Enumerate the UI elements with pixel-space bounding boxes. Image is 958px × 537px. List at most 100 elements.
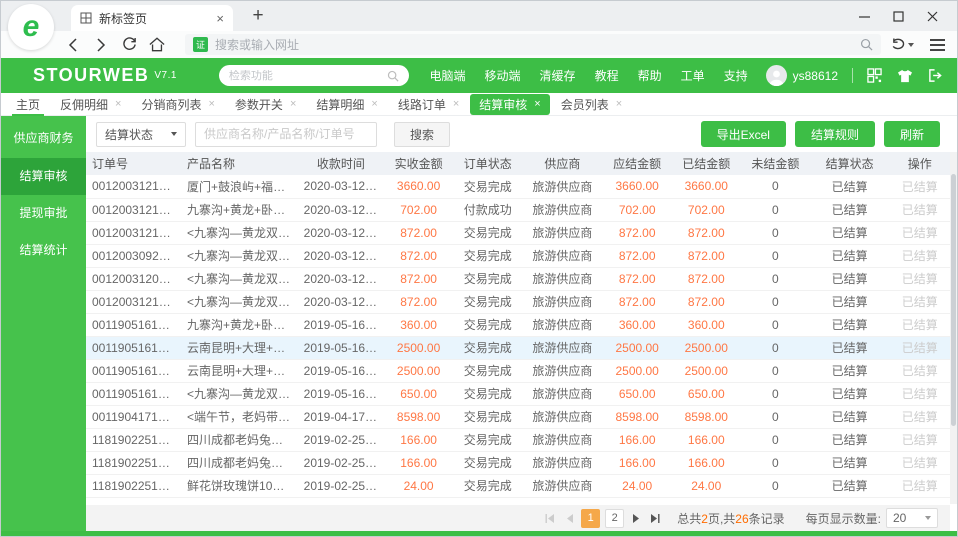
refresh-button[interactable]	[115, 33, 143, 57]
function-search-box[interactable]	[218, 65, 409, 86]
settled-action-link[interactable]: 已结算	[889, 405, 950, 429]
vertical-scrollbar[interactable]	[950, 152, 957, 504]
column-header[interactable]: 未结金额	[740, 152, 810, 175]
table-row[interactable]: 00120030923040... <九寨沟—黄龙双汽三日游>... 2020-…	[86, 244, 950, 268]
header-menu-item[interactable]: 教程	[595, 67, 619, 84]
browser-logo-icon[interactable]: e	[8, 4, 54, 50]
app-tab[interactable]: 结算审核 ×	[470, 93, 550, 115]
column-header[interactable]: 供应商	[522, 152, 603, 175]
settled-action-link[interactable]: 已结算	[889, 244, 950, 268]
tab-close-icon[interactable]: ×	[115, 98, 121, 110]
table-row[interactable]: 00120031210523... <九寨沟—黄龙双汽三日游>... 2020-…	[86, 290, 950, 314]
settled-action-link[interactable]: 已结算	[889, 221, 950, 245]
logout-icon[interactable]	[928, 68, 943, 83]
close-button[interactable]	[915, 1, 949, 31]
settled-action-link[interactable]: 已结算	[889, 359, 950, 383]
column-header[interactable]: 订单号	[86, 152, 182, 175]
app-tab[interactable]: 参数开关 ×	[226, 94, 305, 115]
search-icon[interactable]	[387, 70, 399, 82]
column-header[interactable]: 实收金额	[384, 152, 454, 175]
forward-button[interactable]	[87, 33, 115, 57]
settled-action-link[interactable]: 已结算	[889, 451, 950, 475]
tab-close-icon[interactable]: ×	[208, 98, 214, 110]
column-header[interactable]: 产品名称	[181, 152, 298, 175]
export-excel-button[interactable]: 导出Excel	[700, 121, 786, 147]
table-row[interactable]: 11819022517415... 鲜花饼玫瑰饼10枚礼盒装（... 2019-…	[86, 474, 950, 498]
browser-tab[interactable]: 新标签页 ×	[71, 5, 233, 31]
header-menu-item[interactable]: 帮助	[638, 67, 662, 84]
settled-action-link[interactable]: 已结算	[889, 428, 950, 452]
table-row[interactable]: 00119051616153... 九寨沟+黄龙+卧龙熊猫谷+都... 2019…	[86, 313, 950, 337]
header-menu-item[interactable]: 电脑端	[430, 67, 466, 84]
settled-action-link[interactable]: 已结算	[889, 313, 950, 337]
table-row[interactable]: 11819022518113... 四川成都老妈兔头麻辣兔腿自... 2019-…	[86, 428, 950, 452]
tab-close-icon[interactable]: ×	[371, 98, 377, 110]
recently-closed-button[interactable]	[891, 38, 914, 51]
home-button[interactable]	[143, 33, 171, 57]
tab-close-icon[interactable]: ×	[216, 11, 224, 26]
first-page-icon[interactable]	[543, 509, 557, 527]
page-number-button[interactable]: 1	[581, 508, 601, 528]
qr-code-icon[interactable]	[867, 68, 882, 83]
tab-close-icon[interactable]: ×	[616, 98, 622, 110]
sidebar-item[interactable]: 结算统计	[1, 232, 86, 269]
table-row[interactable]: 00119051615540... <九寨沟—黄龙双汽三日游>... 2019-…	[86, 382, 950, 406]
function-search-input[interactable]	[228, 69, 387, 82]
user-info[interactable]: ys88612	[765, 65, 838, 86]
header-menu-item[interactable]: 工单	[681, 67, 705, 84]
sidebar-item[interactable]: 结算审核	[1, 158, 86, 195]
address-bar[interactable]: 证	[185, 34, 881, 55]
settled-action-link[interactable]: 已结算	[889, 175, 950, 199]
tab-close-icon[interactable]: ×	[453, 98, 459, 110]
app-tab[interactable]: 反佣明细 ×	[51, 94, 130, 115]
settled-action-link[interactable]: 已结算	[889, 382, 950, 406]
app-tab[interactable]: 结算明细 ×	[307, 94, 386, 115]
table-row[interactable]: 00119051615584... 云南昆明+大理+丽江+洱海+... 2019…	[86, 359, 950, 383]
new-tab-button[interactable]: +	[245, 3, 271, 29]
settle-rules-button[interactable]: 结算规则	[794, 121, 875, 147]
page-size-select[interactable]: 20	[886, 508, 938, 528]
app-tab[interactable]: 会员列表 ×	[552, 94, 631, 115]
header-menu-item[interactable]: 移动端	[485, 67, 521, 84]
header-menu-item[interactable]: 清缓存	[540, 67, 576, 84]
refresh-button[interactable]: 刷新	[883, 121, 940, 147]
tab-close-icon[interactable]: ×	[534, 98, 540, 110]
search-button[interactable]: 搜索	[394, 121, 451, 147]
settled-action-link[interactable]: 已结算	[889, 198, 950, 222]
app-tab[interactable]: 主页	[7, 94, 49, 116]
header-menu-item[interactable]: 支持	[724, 67, 748, 84]
table-row[interactable]: 00120031216000... 九寨沟+黄龙+卧龙熊猫谷+都... 2020…	[86, 198, 950, 222]
settled-action-link[interactable]: 已结算	[889, 267, 950, 291]
last-page-icon[interactable]	[648, 509, 662, 527]
column-header[interactable]: 结算状态	[809, 152, 890, 175]
settled-action-link[interactable]: 已结算	[889, 474, 950, 498]
address-input[interactable]	[215, 37, 853, 52]
maximize-button[interactable]	[881, 1, 915, 31]
column-header[interactable]: 订单状态	[453, 152, 523, 175]
search-icon[interactable]	[860, 38, 873, 51]
tab-close-icon[interactable]: ×	[290, 98, 296, 110]
column-header[interactable]: 应结金额	[602, 152, 672, 175]
table-row[interactable]: 00119051616014... 云南昆明+大理+丽江+洱海+... 2019…	[86, 336, 950, 360]
sidebar-item[interactable]: 提现审批	[1, 195, 86, 232]
settled-action-link[interactable]: 已结算	[889, 290, 950, 314]
column-header[interactable]: 已结金额	[671, 152, 741, 175]
keyword-input[interactable]	[195, 121, 377, 147]
settled-action-link[interactable]: 已结算	[889, 336, 950, 360]
scrollbar-thumb[interactable]	[951, 174, 956, 426]
next-page-icon[interactable]	[629, 509, 643, 527]
skin-theme-icon[interactable]	[897, 69, 913, 83]
back-button[interactable]	[59, 33, 87, 57]
table-row[interactable]: 11819022518113... 四川成都老妈兔头麻辣兔腿自... 2019-…	[86, 451, 950, 475]
table-row[interactable]: 00120031216014... 厦门+鼓浪屿+福建土楼5日4... 2020…	[86, 175, 950, 199]
settle-status-select[interactable]: 结算状态	[96, 121, 186, 147]
prev-page-icon[interactable]	[562, 509, 576, 527]
page-number-button[interactable]: 2	[605, 508, 625, 528]
table-row[interactable]: 00120031209313... <九寨沟—黄龙双汽三日游>... 2020-…	[86, 267, 950, 291]
column-header[interactable]: 收款时间	[297, 152, 385, 175]
table-row[interactable]: 00119041713483... <端午节，老妈带你台湾新体... 2019-…	[86, 405, 950, 429]
table-row[interactable]: 00120031214093... <九寨沟—黄龙双汽三日游>... 2020-…	[86, 221, 950, 245]
app-tab[interactable]: 线路订单 ×	[389, 94, 468, 115]
column-header[interactable]: 操作	[889, 152, 950, 175]
menu-icon[interactable]	[930, 38, 945, 51]
